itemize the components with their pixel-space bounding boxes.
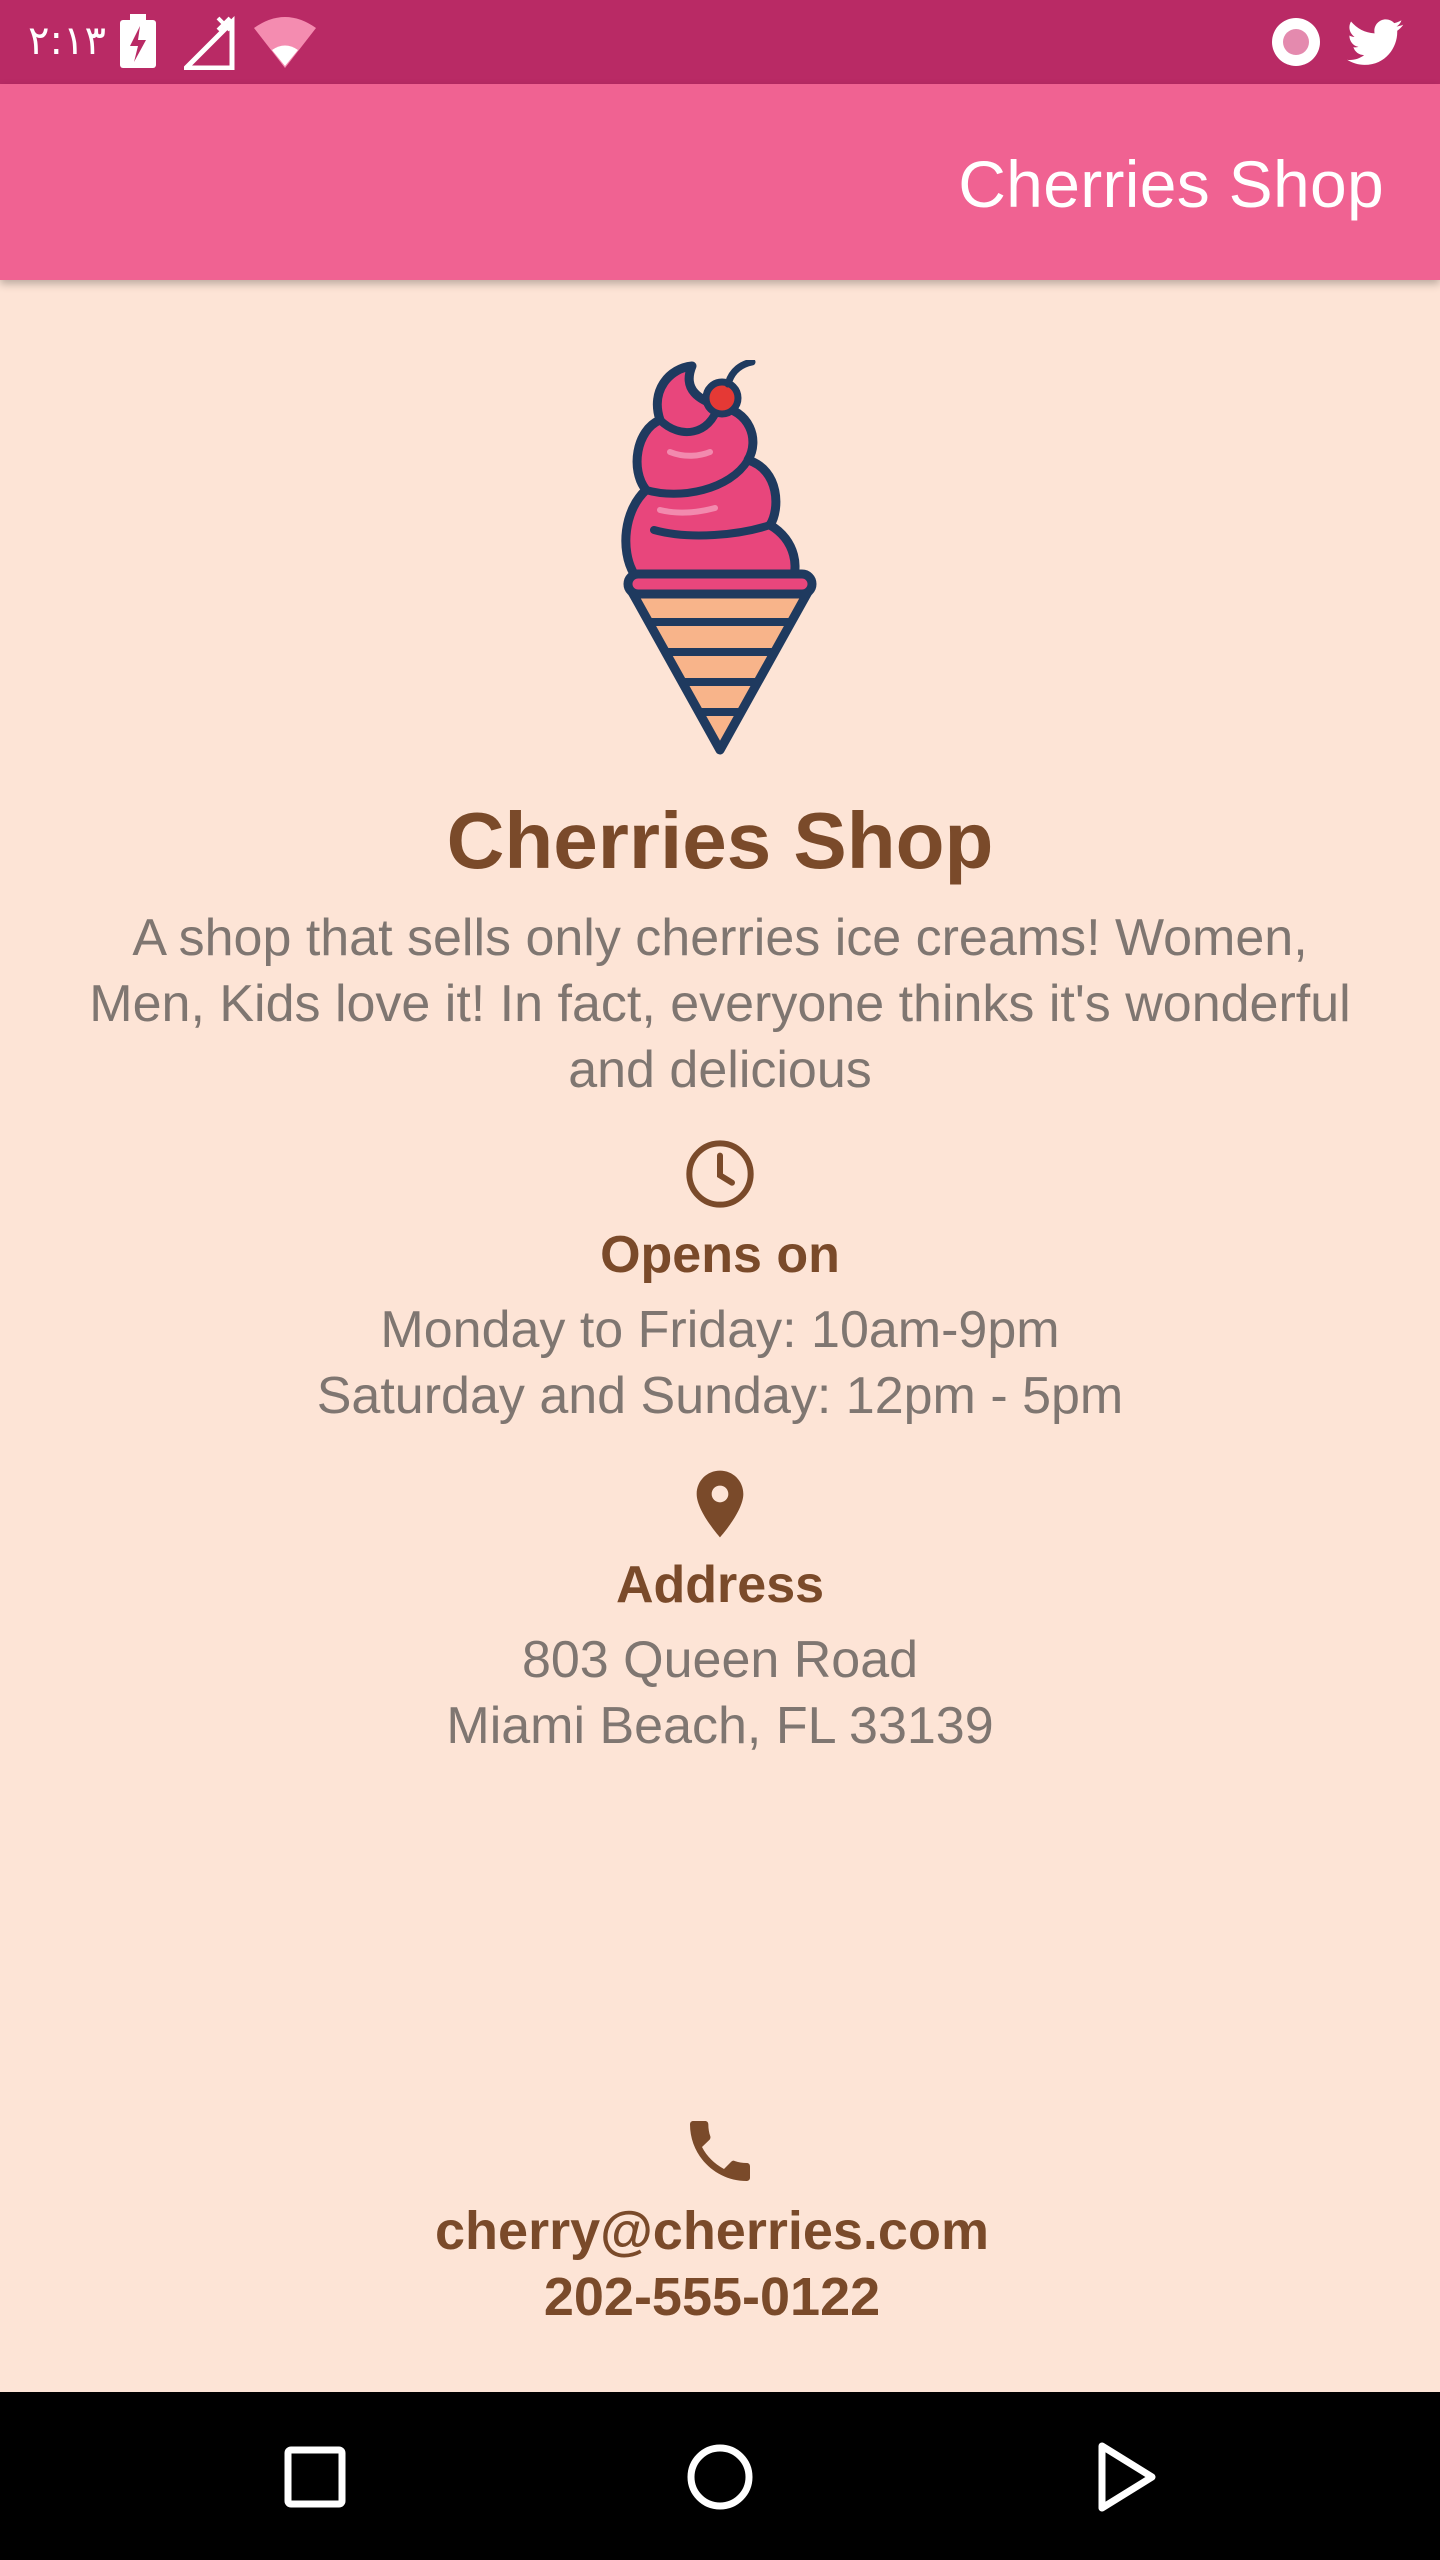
back-button[interactable] (1080, 2432, 1170, 2522)
contact-email[interactable]: cherry@cherries.com (0, 2200, 1424, 2262)
twitter-icon (1347, 19, 1404, 65)
location-pin-icon (696, 1470, 744, 1538)
home-button[interactable] (675, 2432, 765, 2522)
address-title: Address (615, 1556, 825, 1614)
app-bar: Cherries Shop (0, 84, 1440, 280)
hours-title: Opens on (600, 1226, 840, 1284)
contact-phone[interactable]: 202-555-0122 (0, 2266, 1424, 2328)
record-icon (1272, 18, 1320, 66)
clock-icon (686, 1140, 754, 1208)
hours-line-weekdays: Monday to Friday: 10am-9pm (380, 1301, 1060, 1359)
address-line-city: Miami Beach, FL 33139 (446, 1697, 994, 1755)
recents-button[interactable] (270, 2432, 360, 2522)
app-bar-title: Cherries Shop (958, 147, 1384, 221)
ice-cream-cone-icon (621, 360, 817, 755)
shop-description: A shop that sells only cherries ice crea… (89, 909, 1351, 1099)
no-signal-icon (184, 15, 235, 70)
navigation-bar (0, 2392, 1440, 2560)
address-line-street: 803 Queen Road (521, 1631, 919, 1689)
shop-name: Cherries Shop (446, 796, 994, 885)
hours-line-weekend: Saturday and Sunday: 12pm - 5pm (316, 1367, 1124, 1425)
status-bar: ٢:١٣ (0, 0, 1440, 84)
battery-charging-icon (120, 14, 156, 68)
phone-icon (690, 2121, 750, 2181)
status-time: ٢:١٣ (28, 18, 106, 64)
wifi-icon (254, 17, 316, 68)
